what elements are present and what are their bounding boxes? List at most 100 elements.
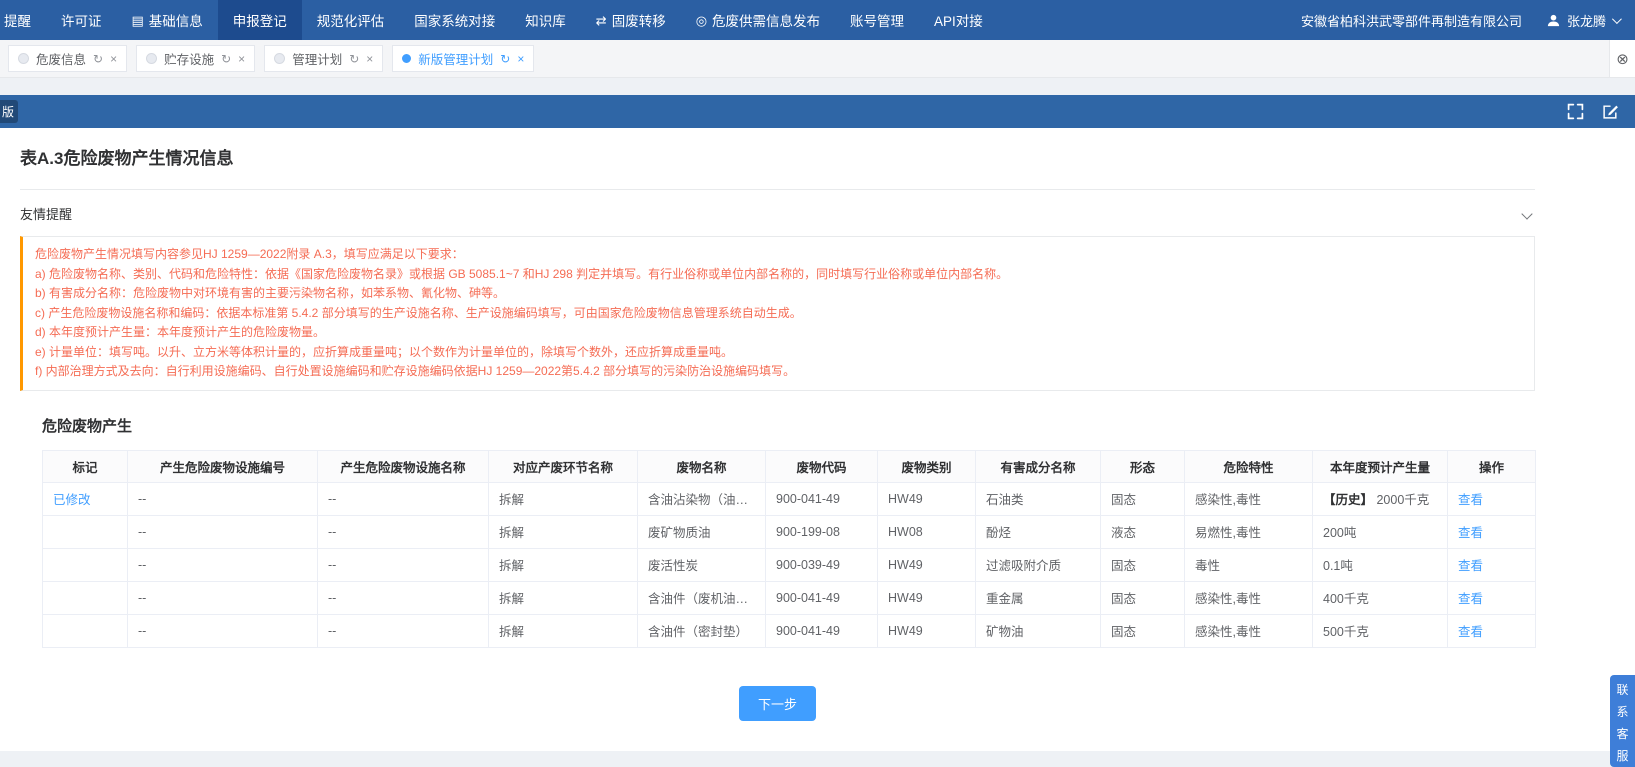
- column-header: 产生危险废物设施名称: [318, 450, 489, 482]
- nav-item-1[interactable]: 许可证: [46, 0, 117, 40]
- cell-component: 石油类: [976, 482, 1101, 515]
- user-menu[interactable]: 张龙腾: [1546, 11, 1619, 30]
- next-step-button[interactable]: 下一步: [739, 686, 816, 721]
- view-link[interactable]: 查看: [1458, 493, 1483, 507]
- nav-item-label: 知识库: [525, 10, 566, 30]
- nav-item-label: 基础信息: [149, 10, 203, 30]
- nav-item-10[interactable]: API对接: [919, 0, 998, 40]
- table-row: ----拆解废矿物质油900-199-08HW08酚烃液态易燃性,毒性200吨查…: [43, 515, 1536, 548]
- nav-item-8[interactable]: ◎危废供需信息发布: [681, 0, 835, 40]
- refresh-icon[interactable]: ↻: [500, 52, 510, 66]
- table-row: ----拆解含油件（废机油滤...900-041-49HW49重金属固态感染性,…: [43, 581, 1536, 614]
- column-header: 本年度预计产生量: [1313, 450, 1448, 482]
- cell-hazard: 毒性: [1185, 548, 1313, 581]
- close-all-tabs-icon[interactable]: ⊗: [1609, 40, 1635, 77]
- user-icon: [1546, 13, 1561, 28]
- column-header: 对应产废环节名称: [489, 450, 638, 482]
- fullscreen-icon[interactable]: [1567, 103, 1584, 120]
- collapse-chevron-icon[interactable]: [1521, 208, 1532, 219]
- view-link[interactable]: 查看: [1458, 592, 1483, 606]
- nav-item-6[interactable]: 知识库: [510, 0, 581, 40]
- cell-facility_name: --: [318, 548, 489, 581]
- top-navigation-bar: 提醒许可证▤基础信息申报登记 规范化评估 国家系统对接 知识库 ⇄固废转移◎危废供需信息…: [0, 0, 1635, 40]
- view-link[interactable]: 查看: [1458, 526, 1483, 540]
- publish-icon: ◎: [696, 14, 707, 27]
- cell-form: 固态: [1101, 614, 1185, 647]
- nav-item-2[interactable]: ▤基础信息: [117, 0, 218, 40]
- nav-item-label: 提醒: [4, 10, 31, 30]
- reminder-line: a) 危险废物名称、类别、代码和危险特性：依据《国家危险废物名录》或根据 GB …: [35, 265, 1522, 285]
- view-link[interactable]: 查看: [1458, 625, 1483, 639]
- column-header: 危险特性: [1185, 450, 1313, 482]
- cell-facility_name: --: [318, 581, 489, 614]
- cell-waste_name: 含油沾染物（油泥...: [638, 482, 766, 515]
- tab-status-dot: [18, 53, 29, 64]
- chevron-down-icon: [1612, 14, 1622, 24]
- column-header: 有害成分名称: [976, 450, 1101, 482]
- nav-item-5[interactable]: 国家系统对接: [399, 0, 510, 40]
- nav-item-9[interactable]: 账号管理: [835, 0, 919, 40]
- cell-form: 固态: [1101, 581, 1185, 614]
- refresh-icon[interactable]: ↻: [221, 52, 231, 66]
- cell-waste_category: HW49: [878, 482, 976, 515]
- cell-waste_name: 废矿物质油: [638, 515, 766, 548]
- nav-item-label: 国家系统对接: [414, 10, 495, 30]
- nav-item-0[interactable]: 提醒: [0, 0, 46, 40]
- cell-waste_code: 900-041-49: [766, 581, 878, 614]
- edit-icon[interactable]: [1602, 103, 1619, 120]
- modified-badge: 已修改: [53, 493, 91, 507]
- close-icon[interactable]: ×: [517, 52, 524, 66]
- nav-right-area: 安徽省柏科洪武零部件再制造有限公司 张龙腾: [1301, 0, 1635, 40]
- cell-mark: 已修改: [43, 482, 128, 515]
- tab-2[interactable]: 管理计划↻×: [264, 45, 383, 72]
- contact-char: 联: [1616, 681, 1628, 699]
- contact-support-button[interactable]: 联系客服: [1610, 675, 1635, 767]
- cell-waste_code: 900-039-49: [766, 548, 878, 581]
- view-link[interactable]: 查看: [1458, 559, 1483, 573]
- table-row: 已修改----拆解含油沾染物（油泥...900-041-49HW49石油类固态感…: [43, 482, 1536, 515]
- cell-mark: [43, 581, 128, 614]
- version-corner-tag: 版: [0, 100, 18, 123]
- nav-item-7[interactable]: ⇄固废转移: [581, 0, 681, 40]
- nav-menu: 提醒许可证▤基础信息申报登记 规范化评估 国家系统对接 知识库 ⇄固废转移◎危废供需信息…: [0, 0, 998, 40]
- tab-1[interactable]: 贮存设施↻×: [136, 45, 255, 72]
- cell-facility_no: --: [128, 482, 318, 515]
- cell-waste_name: 含油件（废机油滤...: [638, 581, 766, 614]
- cell-facility_name: --: [318, 515, 489, 548]
- refresh-icon[interactable]: ↻: [349, 52, 359, 66]
- cell-waste_category: HW49: [878, 614, 976, 647]
- history-badge: 【历史】: [1323, 493, 1376, 507]
- close-icon[interactable]: ×: [366, 52, 373, 66]
- tab-3[interactable]: 新版管理计划↻×: [392, 45, 534, 72]
- cell-action: 查看: [1448, 614, 1536, 647]
- user-name: 张龙腾: [1567, 11, 1606, 30]
- banner-actions: [1567, 103, 1635, 120]
- refresh-icon[interactable]: ↻: [93, 52, 103, 66]
- cell-stage: 拆解: [489, 515, 638, 548]
- cell-hazard: 感染性,毒性: [1185, 482, 1313, 515]
- page-title: 表A.3危险废物产生情况信息: [20, 128, 1535, 169]
- close-icon[interactable]: ×: [238, 52, 245, 66]
- cell-action: 查看: [1448, 482, 1536, 515]
- close-icon[interactable]: ×: [110, 52, 117, 66]
- column-header: 废物类别: [878, 450, 976, 482]
- cell-facility_name: --: [318, 614, 489, 647]
- cell-stage: 拆解: [489, 482, 638, 515]
- cell-component: 重金属: [976, 581, 1101, 614]
- section-title: 危险废物产生: [42, 415, 1535, 436]
- cell-waste_code: 900-199-08: [766, 515, 878, 548]
- nav-item-label: 规范化评估: [317, 10, 385, 30]
- nav-item-3[interactable]: 申报登记: [218, 0, 302, 40]
- table-row: ----拆解废活性炭900-039-49HW49过滤吸附介质固态毒性0.1吨查看: [43, 548, 1536, 581]
- cell-waste_category: HW49: [878, 581, 976, 614]
- cell-facility_no: --: [128, 614, 318, 647]
- contact-char: 系: [1616, 703, 1628, 721]
- tab-label: 危废信息: [36, 49, 86, 68]
- cell-action: 查看: [1448, 515, 1536, 548]
- tab-0[interactable]: 危废信息 ↻ ×: [8, 45, 127, 72]
- nav-item-label: 申报登记: [233, 10, 287, 30]
- column-header: 形态: [1101, 450, 1185, 482]
- reminder-collapse-header[interactable]: 友情提醒: [20, 190, 1535, 223]
- nav-item-4[interactable]: 规范化评估: [302, 0, 400, 40]
- footer-actions: 下一步: [20, 648, 1535, 751]
